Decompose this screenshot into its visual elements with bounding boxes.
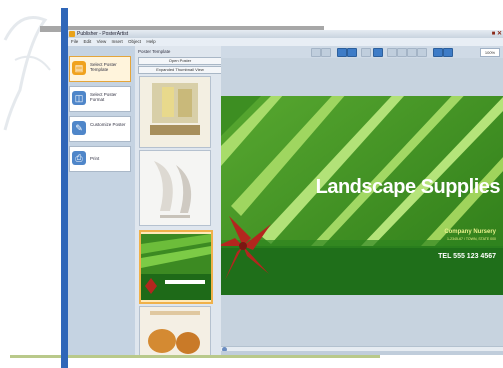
menu-insert[interactable]: Insert <box>112 39 123 44</box>
tiger-thumbnail-image <box>140 307 210 355</box>
watermark-graphic <box>3 16 51 131</box>
poster-telephone[interactable]: TEL 555 123 4567 <box>438 253 496 260</box>
poster-preview[interactable]: Landscape Supplies Company Nursery 1-234… <box>221 96 503 295</box>
window-controls[interactable]: ■ ✕ <box>492 30 502 37</box>
expanded-view-button[interactable]: Expanded Thumbnail View <box>138 66 222 74</box>
template-panel: Poster Template Open Poster Expanded Thu… <box>135 46 285 355</box>
sidebar-item-customize[interactable]: ✎ Customize Poster <box>69 116 131 142</box>
group-icon[interactable] <box>407 48 417 57</box>
ungroup-icon[interactable] <box>417 48 427 57</box>
app-icon <box>69 31 75 37</box>
poster-address[interactable]: 1-2345-67 / TOWN, STATE 000 <box>447 237 496 241</box>
decorative-blue-bar <box>61 8 68 368</box>
template-thumbnail[interactable] <box>139 150 211 226</box>
customize-icon: ✎ <box>72 121 86 135</box>
undo-icon[interactable] <box>311 48 321 57</box>
zoom-field[interactable]: 100% <box>480 48 500 57</box>
poster-company[interactable]: Company Nursery <box>444 229 496 235</box>
menu-edit[interactable]: Edit <box>84 39 92 44</box>
zoom-in-icon[interactable] <box>433 48 443 57</box>
image-icon[interactable] <box>361 48 371 57</box>
status-bar <box>221 351 503 355</box>
landscape-thumbnail-image <box>141 234 211 300</box>
print-icon: ⎙ <box>72 151 86 165</box>
sidebar-item-label: Select Poster Template <box>90 62 117 72</box>
layout-icon[interactable] <box>337 48 347 57</box>
sidebar-item-print[interactable]: ⎙ Print <box>69 146 131 172</box>
menu-view[interactable]: View <box>97 39 107 44</box>
interior-thumbnail-image <box>140 77 210 147</box>
sidebar-item-label: Print <box>90 156 100 161</box>
poster-canvas[interactable]: Landscape Supplies Company Nursery 1-234… <box>221 58 503 355</box>
frame-icon[interactable] <box>373 48 383 57</box>
template-icon: ▤ <box>72 61 86 75</box>
template-thumbnail[interactable] <box>139 76 211 148</box>
format-icon: ◫ <box>72 91 86 105</box>
workflow-sidebar: ▤ Select Poster Template ◫ Select Poster… <box>67 46 135 355</box>
template-thumbnail[interactable] <box>139 306 211 355</box>
open-poster-button[interactable]: Open Poster <box>138 57 222 65</box>
sidebar-item-select-template[interactable]: ▤ Select Poster Template <box>69 56 131 82</box>
menu-help[interactable]: Help <box>146 39 155 44</box>
template-thumbnail-selected[interactable] <box>139 230 213 304</box>
menu-object[interactable]: Object <box>128 39 141 44</box>
app-window: Publisher - PosterArtist ■ ✕ File Edit V… <box>66 30 503 355</box>
toolbar: 100% <box>221 46 503 58</box>
sidebar-item-label: Select Poster Format <box>90 92 117 102</box>
align-icon[interactable] <box>387 48 397 57</box>
redo-icon[interactable] <box>321 48 331 57</box>
menu-file[interactable]: File <box>71 39 78 44</box>
title-bar: Publisher - PosterArtist ■ ✕ <box>67 30 503 38</box>
sidebar-item-select-format[interactable]: ◫ Select Poster Format <box>69 86 131 112</box>
text-icon[interactable] <box>347 48 357 57</box>
sidebar-item-label: Customize Poster <box>90 122 126 127</box>
panel-title: Poster Template <box>138 49 171 54</box>
window-title: Publisher - PosterArtist <box>77 31 129 37</box>
menu-bar: File Edit View Insert Object Help <box>67 38 503 46</box>
abstract-thumbnail-image <box>140 151 210 225</box>
zoom-out-icon[interactable] <box>443 48 453 57</box>
arrange-icon[interactable] <box>397 48 407 57</box>
poster-title[interactable]: Landscape Supplies <box>316 176 501 199</box>
